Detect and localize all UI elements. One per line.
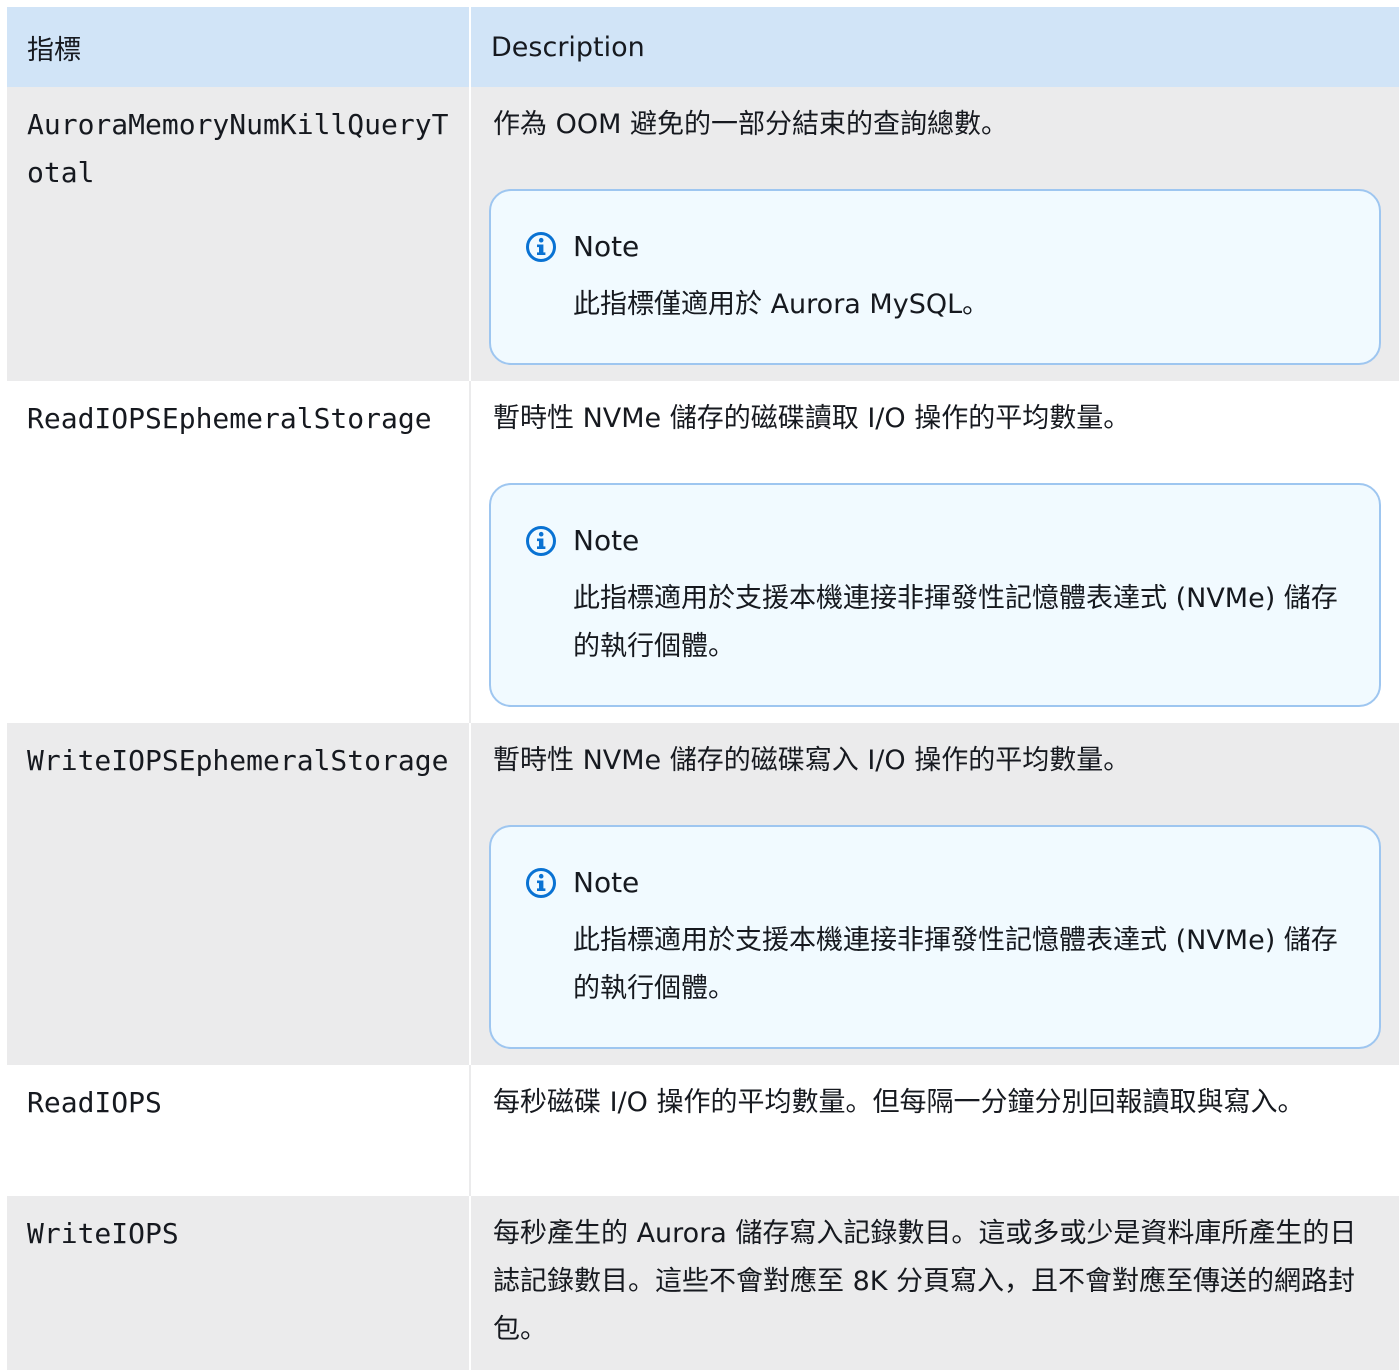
metric-description-cell: 暫時性 NVMe 儲存的磁碟讀取 I/O 操作的平均數量。 Note 此指標適用… [470, 381, 1399, 723]
metric-description: 暫時性 NVMe 儲存的磁碟寫入 I/O 操作的平均數量。 [493, 745, 1131, 776]
metric-description-cell: 暫時性 NVMe 儲存的磁碟寫入 I/O 操作的平均數量。 Note 此指標適用… [470, 723, 1399, 1065]
note-header: Note [525, 863, 1339, 903]
metric-description: 暫時性 NVMe 儲存的磁碟讀取 I/O 操作的平均數量。 [493, 403, 1131, 434]
note-title: Note [573, 866, 640, 899]
column-header-metric: 指標 [7, 7, 471, 87]
note-text: 此指標適用於支援本機連接非揮發性記憶體表達式 (NVMe) 儲存的執行個體。 [573, 583, 1338, 662]
metric-name: WriteIOPSEphemeralStorage [7, 723, 471, 1065]
metric-description: 每秒產生的 Aurora 儲存寫入記錄數目。這或多或少是資料庫所產生的日誌記錄數… [470, 1196, 1399, 1370]
table-row: AuroraMemoryNumKillQueryTotal 作為 OOM 避免的… [7, 87, 1399, 381]
note-header: Note [525, 521, 1339, 561]
note-callout: Note 此指標適用於支援本機連接非揮發性記憶體表達式 (NVMe) 儲存的執行… [489, 825, 1381, 1049]
metric-name: AuroraMemoryNumKillQueryTotal [7, 87, 471, 381]
table-row: WriteIOPSEphemeralStorage 暫時性 NVMe 儲存的磁碟… [7, 723, 1399, 1065]
info-icon [526, 232, 556, 262]
table-row: WriteIOPS 每秒產生的 Aurora 儲存寫入記錄數目。這或多或少是資料… [7, 1196, 1399, 1370]
note-title: Note [573, 524, 640, 557]
metric-description: 每秒磁碟 I/O 操作的平均數量。但每隔一分鐘分別回報讀取與寫入。 [470, 1065, 1399, 1196]
metric-name: ReadIOPSEphemeralStorage [7, 381, 471, 723]
column-header-description: Description [470, 7, 1399, 87]
table-row: ReadIOPS 每秒磁碟 I/O 操作的平均數量。但每隔一分鐘分別回報讀取與寫… [7, 1065, 1399, 1196]
metric-name: ReadIOPS [7, 1065, 471, 1196]
info-icon [526, 868, 556, 898]
note-header: Note [525, 227, 1339, 267]
info-icon [526, 526, 556, 556]
metrics-table: 指標 Description AuroraMemoryNumKillQueryT… [7, 7, 1399, 1370]
note-text: 此指標僅適用於 Aurora MySQL。 [573, 289, 990, 320]
note-callout: Note 此指標僅適用於 Aurora MySQL。 [489, 189, 1381, 365]
note-title: Note [573, 230, 640, 263]
note-text: 此指標適用於支援本機連接非揮發性記憶體表達式 (NVMe) 儲存的執行個體。 [573, 925, 1338, 1004]
table-header-row: 指標 Description [7, 7, 1399, 87]
metric-description-cell: 作為 OOM 避免的一部分結束的查詢總數。 Note 此指標僅適用於 Auror… [470, 87, 1399, 381]
note-callout: Note 此指標適用於支援本機連接非揮發性記憶體表達式 (NVMe) 儲存的執行… [489, 483, 1381, 707]
metric-description: 作為 OOM 避免的一部分結束的查詢總數。 [493, 109, 1008, 140]
metric-name: WriteIOPS [7, 1196, 471, 1370]
table-row: ReadIOPSEphemeralStorage 暫時性 NVMe 儲存的磁碟讀… [7, 381, 1399, 723]
